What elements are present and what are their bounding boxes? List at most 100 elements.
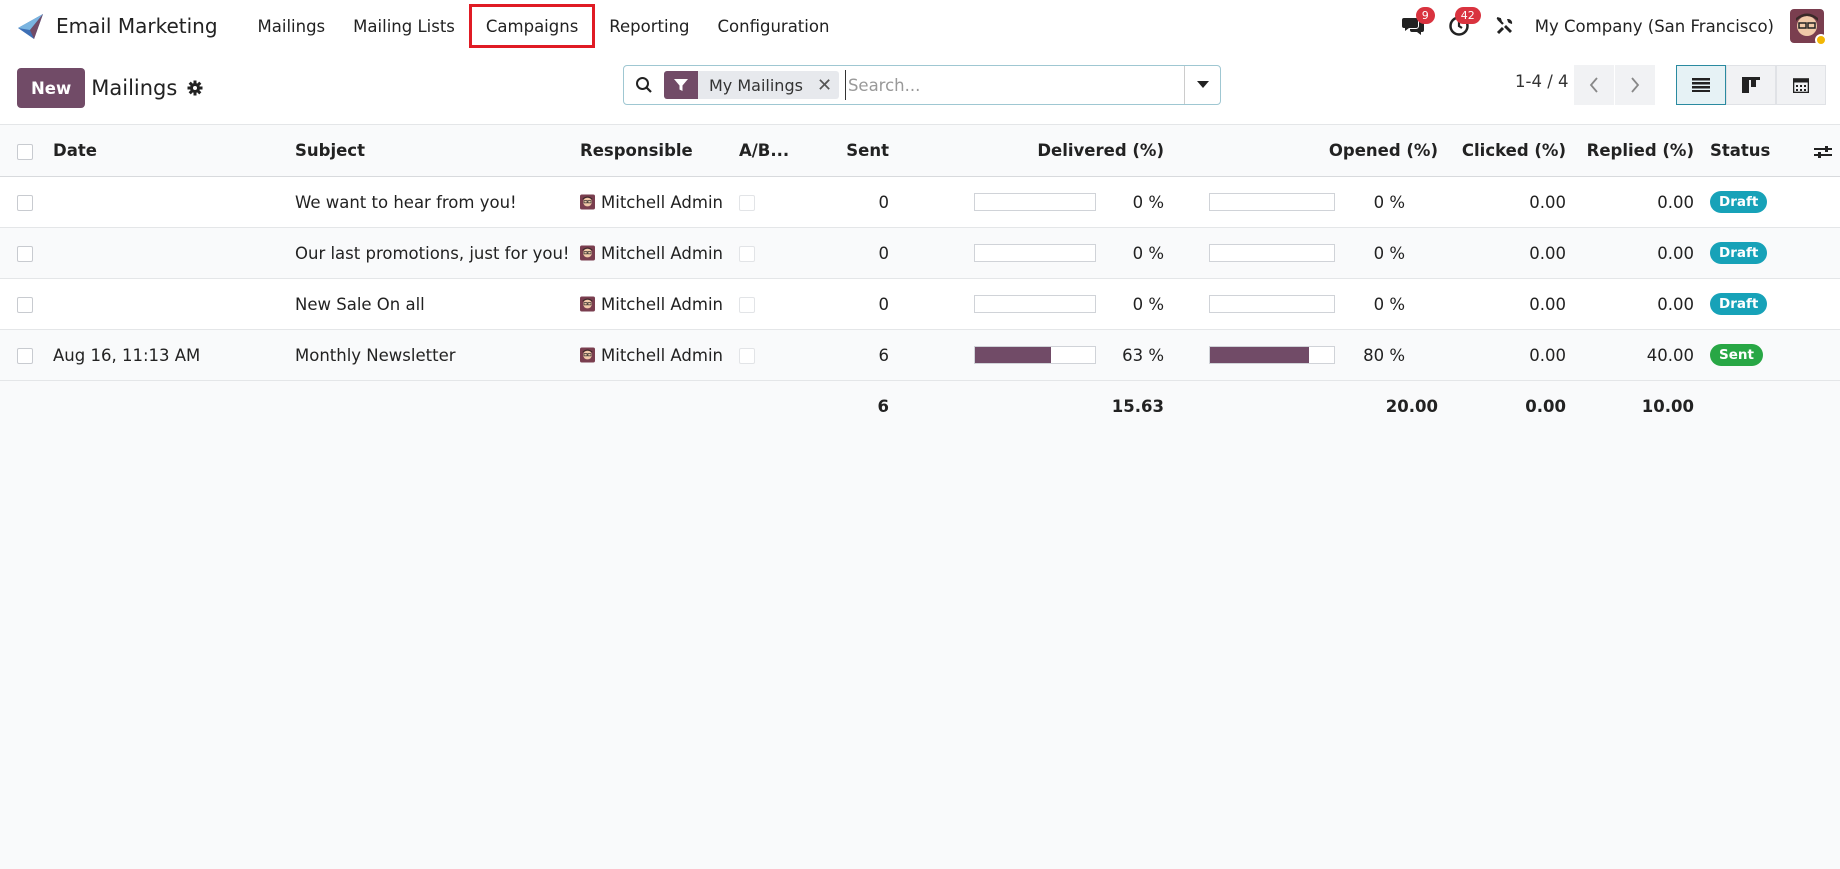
filter-facet: My Mailings ✕ [664, 71, 839, 99]
search-input[interactable] [844, 70, 1184, 100]
gear-icon[interactable] [187, 80, 203, 96]
delivered-progress-bar [974, 295, 1097, 313]
mailings-table: Date Subject Responsible A/B... Sent Del… [0, 124, 1840, 432]
column-subject[interactable]: Subject [287, 124, 572, 177]
caret-down-icon [1196, 81, 1209, 88]
search-bar: My Mailings ✕ [623, 65, 1221, 105]
ab-testing-checkbox[interactable] [739, 297, 755, 313]
table-row[interactable]: We want to hear from you! Mitchell Admin… [0, 176, 1840, 228]
menu-reporting[interactable]: Reporting [595, 4, 703, 48]
column-sent[interactable]: Sent [791, 124, 897, 177]
select-all-checkbox[interactable] [17, 143, 33, 160]
row-ab-testing[interactable] [731, 227, 791, 279]
column-responsible[interactable]: Responsible [572, 124, 731, 177]
column-opened[interactable]: Opened (%) [1172, 124, 1446, 177]
tools-icon [1496, 16, 1512, 35]
responsible-avatar-icon [580, 296, 596, 312]
select-all-cell[interactable] [0, 124, 45, 177]
responsible-name: Mitchell Admin [601, 345, 723, 365]
column-delivered[interactable]: Delivered (%) [897, 124, 1172, 177]
column-clicked[interactable]: Clicked (%) [1446, 124, 1574, 177]
row-sent: 6 [791, 329, 897, 381]
kanban-view-button[interactable] [1726, 65, 1776, 105]
menu-configuration[interactable]: Configuration [704, 4, 844, 48]
app-brand[interactable]: Email Marketing [16, 11, 218, 41]
pager-next-button[interactable] [1615, 65, 1655, 105]
row-date [45, 227, 287, 279]
debug-tools-button[interactable] [1485, 6, 1525, 46]
company-switcher[interactable]: My Company (San Francisco) [1535, 17, 1774, 36]
ab-testing-checkbox[interactable] [739, 348, 755, 364]
row-replied: 0.00 [1574, 176, 1702, 228]
new-button[interactable]: New [17, 68, 86, 108]
column-replied[interactable]: Replied (%) [1574, 124, 1702, 177]
opened-value: 0 % [1373, 294, 1405, 314]
column-ab-testing[interactable]: A/B... [731, 124, 791, 177]
row-sent: 0 [791, 176, 897, 228]
menu-campaigns[interactable]: Campaigns [468, 4, 596, 48]
row-replied: 0.00 [1574, 227, 1702, 279]
row-clicked: 0.00 [1446, 329, 1574, 381]
row-select-cell[interactable] [0, 329, 45, 381]
top-navbar: Email Marketing Mailings Mailing Lists C… [0, 0, 1840, 52]
delivered-value: 63 % [1122, 345, 1164, 365]
column-status[interactable]: Status [1702, 124, 1840, 177]
row-responsible: Mitchell Admin [572, 227, 731, 279]
row-select-cell[interactable] [0, 176, 45, 228]
remove-facet-icon[interactable]: ✕ [817, 75, 839, 96]
ab-testing-checkbox[interactable] [739, 246, 755, 262]
chevron-right-icon [1631, 77, 1640, 93]
row-checkbox[interactable] [17, 246, 33, 262]
row-subject: New Sale On all [287, 278, 572, 330]
status-badge: Draft [1710, 191, 1768, 213]
status-badge: Draft [1710, 242, 1768, 264]
table-header-row: Date Subject Responsible A/B... Sent Del… [0, 124, 1840, 177]
user-avatar[interactable] [1790, 9, 1827, 46]
row-opened: 0 % [1172, 227, 1446, 279]
row-status: Draft [1702, 176, 1840, 228]
row-status: Draft [1702, 278, 1840, 330]
pager-previous-button[interactable] [1574, 65, 1614, 105]
row-checkbox[interactable] [17, 297, 33, 313]
column-date[interactable]: Date [45, 124, 287, 177]
menu-mailing-lists[interactable]: Mailing Lists [339, 4, 469, 48]
row-subject: Our last promotions, just for you! [287, 227, 572, 279]
table-row[interactable]: Our last promotions, just for you! Mitch… [0, 227, 1840, 279]
filter-icon [664, 71, 698, 99]
row-subject: We want to hear from you! [287, 176, 572, 228]
row-ab-testing[interactable] [731, 329, 791, 381]
table-row[interactable]: New Sale On all Mitchell Admin 0 0 % 0 %… [0, 278, 1840, 330]
row-delivered: 0 % [897, 227, 1172, 279]
search-options-toggle[interactable] [1184, 66, 1220, 104]
opened-value: 0 % [1373, 192, 1405, 212]
row-sent: 0 [791, 227, 897, 279]
row-select-cell[interactable] [0, 278, 45, 330]
row-select-cell[interactable] [0, 227, 45, 279]
presence-status-icon [1815, 34, 1827, 46]
optional-columns-toggle-icon[interactable] [1814, 144, 1832, 160]
row-status: Draft [1702, 227, 1840, 279]
menu-mailings[interactable]: Mailings [244, 4, 340, 48]
view-switcher [1676, 65, 1826, 105]
row-ab-testing[interactable] [731, 278, 791, 330]
list-view-button[interactable] [1676, 65, 1726, 105]
activities-button[interactable]: 42 [1439, 6, 1481, 46]
table-row[interactable]: Aug 16, 11:13 AM Monthly Newsletter Mitc… [0, 329, 1840, 381]
row-opened: 0 % [1172, 176, 1446, 228]
row-clicked: 0.00 [1446, 278, 1574, 330]
total-sent: 6 [791, 380, 897, 432]
row-checkbox[interactable] [17, 348, 33, 364]
ab-testing-checkbox[interactable] [739, 195, 755, 211]
pager-value[interactable]: 1-4 / 4 [1515, 72, 1569, 91]
search-icon[interactable] [624, 66, 664, 104]
row-ab-testing[interactable] [731, 176, 791, 228]
delivered-progress-bar [974, 346, 1097, 364]
list-view: Date Subject Responsible A/B... Sent Del… [0, 124, 1840, 869]
row-date: Aug 16, 11:13 AM [45, 329, 287, 381]
row-delivered: 63 % [897, 329, 1172, 381]
messages-button[interactable]: 9 [1393, 6, 1435, 46]
row-subject: Monthly Newsletter [287, 329, 572, 381]
calendar-view-button[interactable] [1776, 65, 1826, 105]
row-checkbox[interactable] [17, 195, 33, 211]
status-badge: Draft [1710, 293, 1768, 315]
